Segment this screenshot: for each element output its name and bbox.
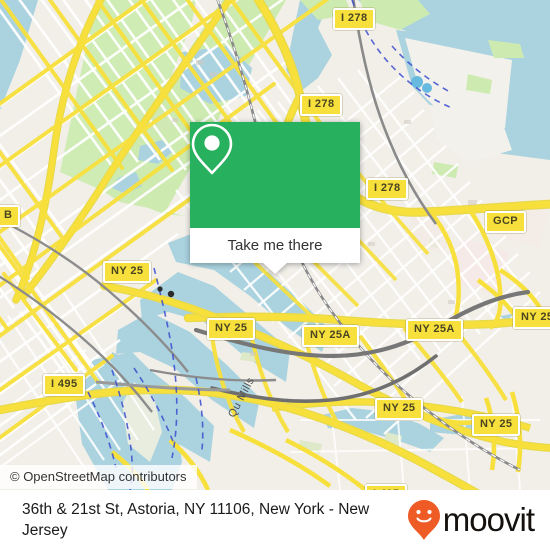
take-me-there-button[interactable]: Take me there [190, 228, 360, 263]
moovit-wordmark: moovit [442, 501, 535, 538]
popup-icon-area [190, 122, 360, 228]
road-shield-i278-mid[interactable]: I 278 [300, 94, 343, 116]
map-canvas[interactable]: Qu Mills I 278 I 278 I 278 GCP B NY 25 N… [0, 0, 550, 490]
road-shield-ny25-southeast[interactable]: NY 25 [472, 414, 521, 436]
location-title: 36th & 21st St, Astoria, NY 11106, New Y… [22, 500, 370, 539]
road-shield-ny25a-east[interactable]: NY 25A [513, 307, 550, 329]
osm-attribution[interactable]: © OpenStreetMap contributors [0, 465, 197, 489]
road-shield-ny25-southwest[interactable]: NY 25 [375, 398, 424, 420]
road-shield-ny25a-west[interactable]: NY 25A [302, 325, 359, 347]
moovit-pin-smiley-icon [407, 500, 440, 540]
location-popup-card[interactable]: Take me there [190, 122, 360, 274]
screenshot-root: Qu Mills I 278 I 278 I 278 GCP B NY 25 N… [0, 0, 550, 550]
moovit-brand[interactable]: moovit [407, 499, 550, 541]
road-shield-b[interactable]: B [0, 205, 21, 227]
road-shield-ny25a-mid[interactable]: NY 25A [406, 319, 463, 341]
map-pin-icon [191, 123, 233, 175]
road-shield-i495-west[interactable]: I 495 [43, 374, 86, 396]
road-shield-i278-north[interactable]: I 278 [333, 8, 376, 30]
road-shield-ny25-west[interactable]: NY 25 [103, 261, 152, 283]
road-shield-i278-east[interactable]: I 278 [366, 178, 409, 200]
popup-tail [263, 263, 287, 274]
take-me-there-label: Take me there [227, 237, 323, 254]
road-shield-gcp[interactable]: GCP [485, 211, 527, 233]
road-shield-ny25-bridge[interactable]: NY 25 [207, 318, 256, 340]
footer-bar: 36th & 21st St, Astoria, NY 11106, New Y… [0, 490, 550, 550]
